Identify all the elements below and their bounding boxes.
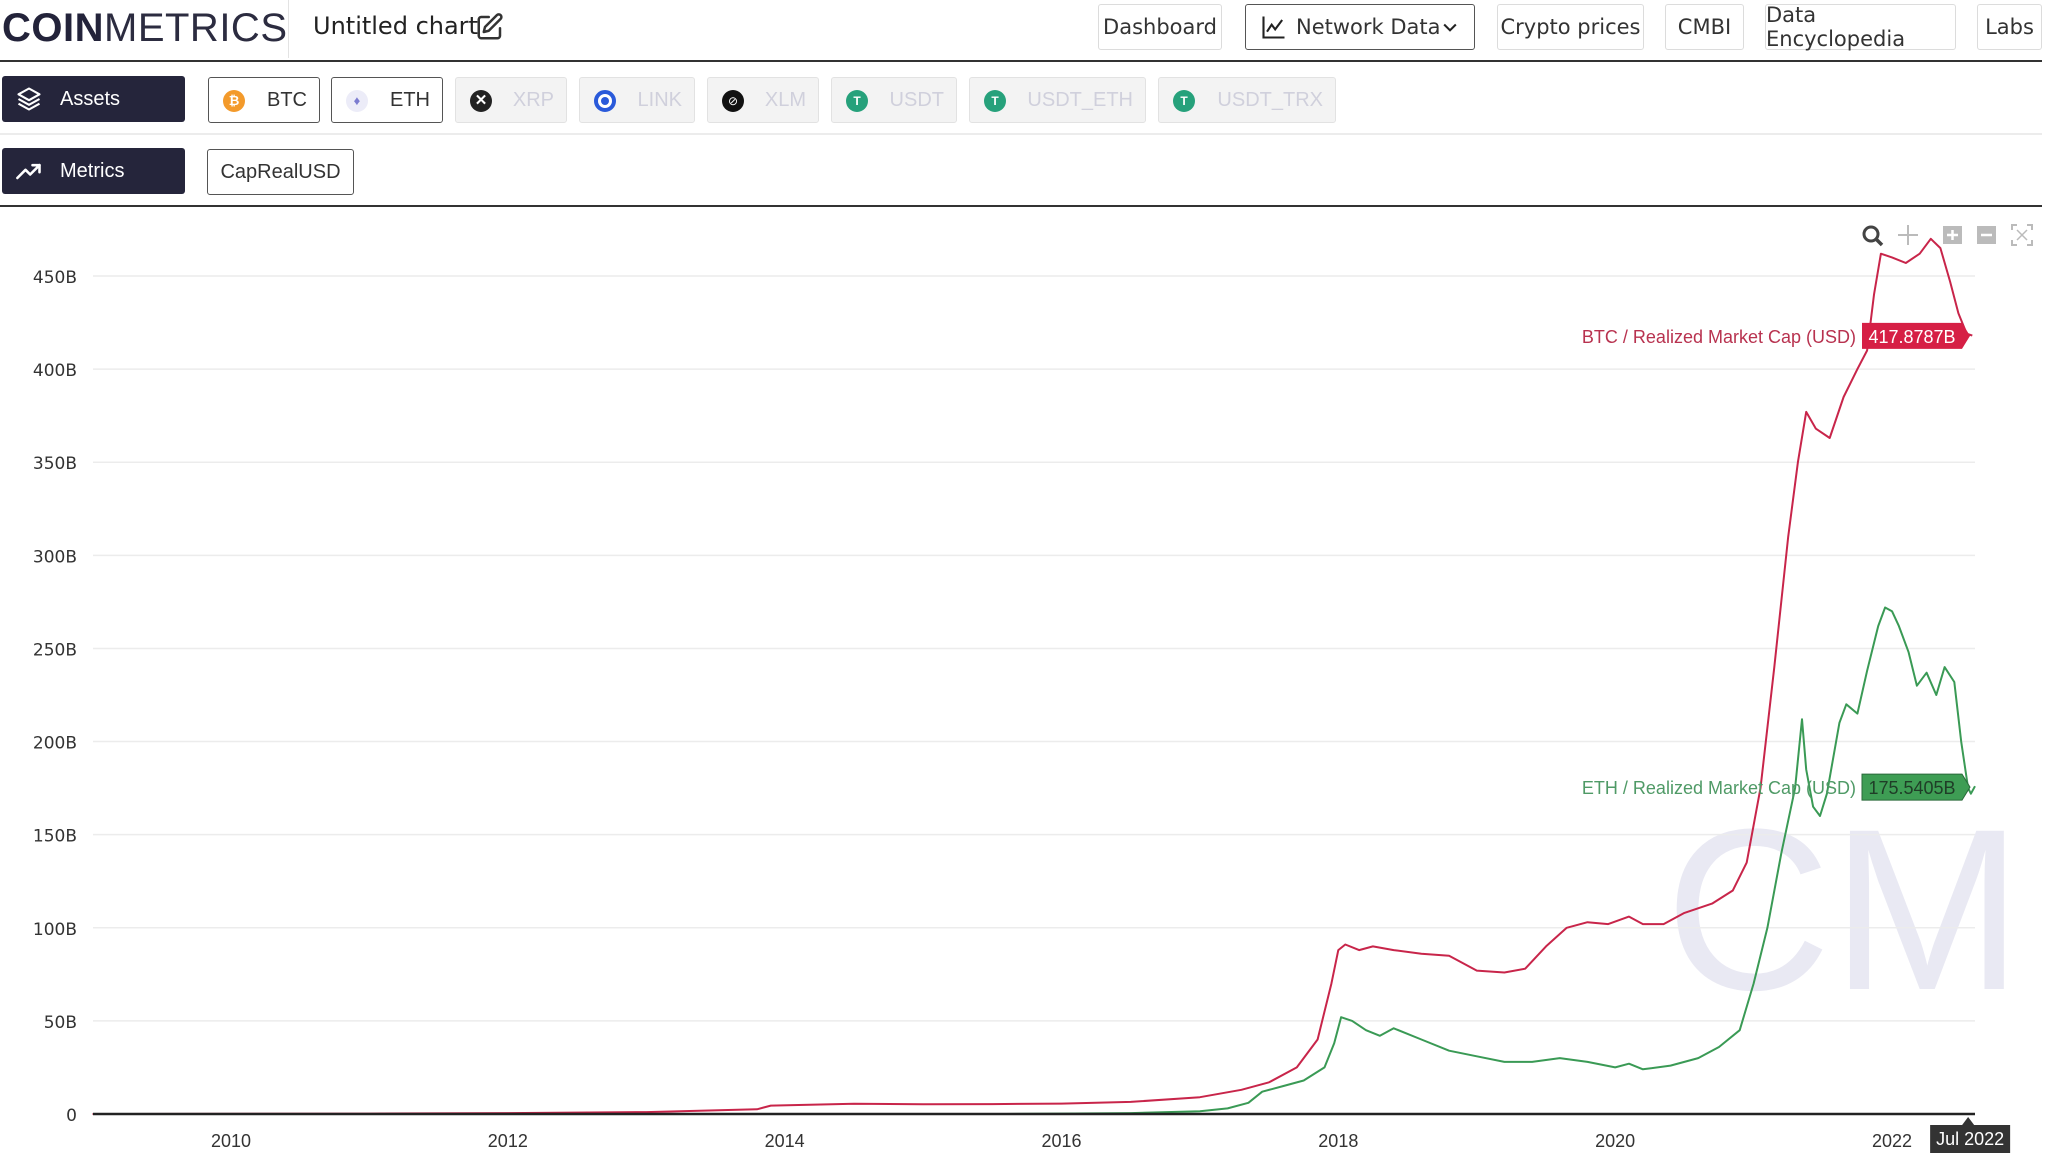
chainlink-icon: [594, 90, 616, 112]
asset-label: USDT_TRX: [1217, 89, 1323, 111]
asset-label: USDT: [889, 89, 944, 111]
nav-crypto-prices[interactable]: Crypto prices: [1497, 4, 1644, 50]
nav-cmbi[interactable]: CMBI: [1665, 4, 1744, 50]
stellar-icon: ⊘: [722, 90, 744, 112]
asset-chip-usdt-trx[interactable]: T USDT_TRX: [1158, 77, 1336, 123]
zoom-out-icon[interactable]: [1977, 226, 1996, 244]
line-chart[interactable]: CM 0 50B 100B 150B 200B 250B 300B 350B 400B 450B 20…: [0, 209, 2048, 1171]
nav-label: Network Data: [1296, 15, 1441, 39]
x-tick-label: 2016: [1041, 1131, 1081, 1151]
series-name-label: BTC / Realized Market Cap (USD): [1582, 327, 1856, 347]
x-tick-label: 2020: [1595, 1131, 1635, 1151]
asset-chip-usdt-eth[interactable]: T USDT_ETH: [969, 77, 1146, 123]
y-tick-label: 350B: [33, 454, 77, 474]
y-tick-label: 400B: [33, 361, 77, 381]
trending-up-icon: [16, 163, 41, 180]
nav-labs[interactable]: Labs: [1977, 4, 2042, 50]
section-label: Assets: [60, 87, 121, 110]
assets-section-button[interactable]: Assets: [2, 76, 185, 122]
crosshair-pointer: [1962, 1117, 1975, 1125]
asset-chip-link[interactable]: LINK: [579, 77, 695, 123]
bitcoin-icon: ₿: [223, 90, 245, 112]
last-value-text: 417.8787B: [1868, 327, 1955, 347]
layers-icon: [17, 87, 41, 111]
assets-row: Assets ₿ BTC ♦ ETH ✕ XRP LINK ⊘ XLM T US…: [0, 62, 2042, 135]
nav-network-data-dropdown[interactable]: Network Data: [1245, 4, 1475, 50]
nav-label: Crypto prices: [1500, 15, 1641, 39]
nav-label: Data Encyclopedia: [1766, 3, 1906, 51]
asset-label: ETH: [390, 89, 430, 111]
x-tick-label: 2010: [211, 1131, 251, 1151]
nav-label: Dashboard: [1103, 15, 1217, 39]
metric-chip-caprealusd[interactable]: CapRealUSD: [207, 149, 354, 195]
asset-label: LINK: [637, 89, 682, 111]
watermark-logo: CM: [1665, 781, 2023, 1038]
crosshair-label: Jul 2022: [1936, 1129, 2004, 1149]
top-bar: COINMETRICS Untitled chart Dashboard Net…: [0, 0, 2042, 62]
asset-chip-btc[interactable]: ₿ BTC: [208, 77, 320, 123]
metrics-row: Metrics CapRealUSD: [0, 137, 2042, 207]
logo-light-text: METRICS: [104, 6, 288, 50]
y-tick-label: 150B: [33, 827, 77, 847]
y-tick-label: 200B: [33, 734, 77, 754]
y-tick-label: 300B: [33, 547, 77, 567]
y-tick-label: 250B: [33, 640, 77, 660]
chart-area[interactable]: CM 0 50B 100B 150B 200B 250B 300B 350B 400B 450B 20…: [0, 209, 2048, 1171]
y-tick-label: 50B: [44, 1013, 77, 1033]
xrp-icon: ✕: [470, 90, 492, 112]
coinmetrics-logo[interactable]: COINMETRICS: [2, 6, 288, 51]
tether-icon: T: [846, 90, 868, 112]
pan-icon[interactable]: [1898, 225, 1918, 245]
chart-title[interactable]: Untitled chart: [313, 12, 478, 40]
asset-chip-usdt[interactable]: T USDT: [831, 77, 957, 123]
asset-label: USDT_ETH: [1027, 89, 1133, 111]
asset-chip-eth[interactable]: ♦ ETH: [331, 77, 443, 123]
zoom-in-icon[interactable]: [1943, 226, 1962, 244]
y-tick-label: 0: [66, 1106, 77, 1126]
zoom-icon[interactable]: [1862, 225, 1884, 247]
tether-icon: T: [984, 90, 1006, 112]
logo-bold-text: COIN: [2, 6, 104, 50]
reset-zoom-icon[interactable]: [2011, 224, 2033, 246]
y-tick-label: 450B: [33, 268, 77, 288]
edit-icon[interactable]: [475, 12, 505, 42]
asset-chip-xrp[interactable]: ✕ XRP: [455, 77, 567, 123]
tether-icon: T: [1173, 90, 1195, 112]
last-value-text: 175.5405B: [1868, 778, 1955, 798]
line-chart-icon: [1262, 16, 1285, 39]
nav-dashboard[interactable]: Dashboard: [1098, 4, 1222, 50]
ethereum-icon: ♦: [346, 90, 368, 112]
section-label: Metrics: [60, 159, 125, 182]
nav-label: CMBI: [1677, 15, 1732, 39]
metric-label: CapRealUSD: [220, 160, 341, 183]
asset-chip-xlm[interactable]: ⊘ XLM: [707, 77, 819, 123]
divider: [288, 0, 289, 58]
x-tick-label: 2012: [488, 1131, 528, 1151]
x-tick-label: 2022: [1872, 1131, 1912, 1151]
x-tick-label: 2018: [1318, 1131, 1358, 1151]
nav-label: Labs: [1985, 15, 2034, 39]
series-name-label: ETH / Realized Market Cap (USD): [1582, 778, 1856, 798]
asset-label: XLM: [764, 89, 806, 111]
asset-label: XRP: [512, 89, 554, 111]
chevron-down-icon: [1443, 23, 1457, 32]
asset-label: BTC: [267, 89, 307, 111]
metrics-section-button[interactable]: Metrics: [2, 148, 185, 194]
y-tick-label: 100B: [33, 920, 77, 940]
x-tick-label: 2014: [765, 1131, 805, 1151]
nav-data-encyclopedia[interactable]: Data Encyclopedia: [1765, 3, 1956, 51]
